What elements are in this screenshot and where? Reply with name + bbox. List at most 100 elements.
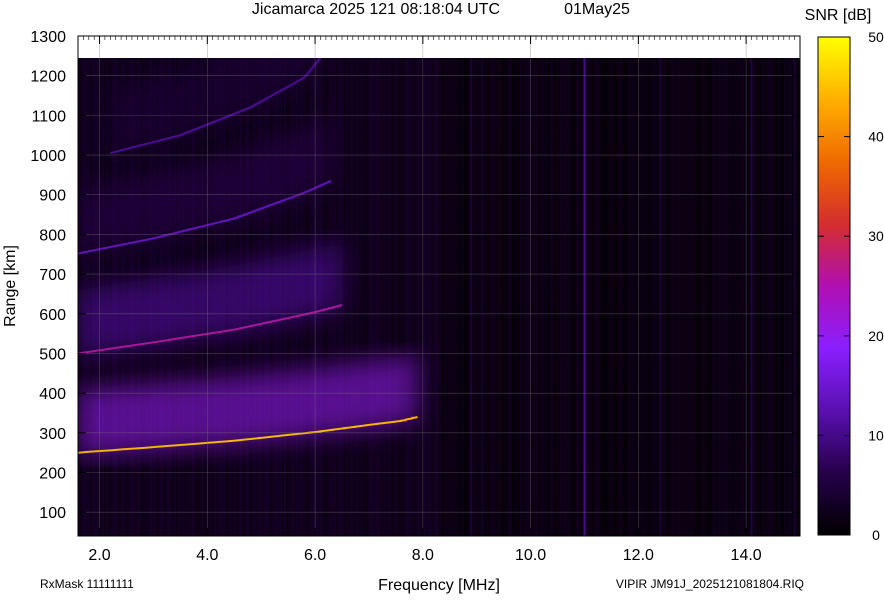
noise-column (622, 58, 624, 536)
noise-column (562, 58, 564, 536)
y-tick-label: 1300 (30, 29, 66, 46)
noise-column (612, 58, 614, 536)
noise-column (416, 58, 418, 536)
noise-column (558, 58, 560, 536)
noise-column (434, 58, 436, 536)
noise-column (586, 58, 588, 536)
noise-column (566, 58, 568, 536)
file-info-label: VIPIR JM91J_2025121081804.RIQ (616, 577, 804, 591)
noise-column (774, 58, 776, 536)
noise-column (444, 58, 446, 536)
noise-column (450, 58, 452, 536)
y-tick-label: 200 (39, 466, 66, 483)
noise-column (726, 58, 728, 536)
colorbar-label: SNR [dB] (805, 7, 872, 24)
noise-column (694, 58, 696, 536)
noise-column (456, 58, 458, 536)
noise-column (560, 58, 562, 536)
noise-column (634, 58, 636, 536)
noise-column (618, 58, 620, 536)
y-tick-label: 1000 (30, 148, 66, 165)
noise-column (640, 58, 642, 536)
noise-column (490, 58, 492, 536)
noise-column (630, 58, 632, 536)
noise-column (748, 58, 750, 536)
noise-column (476, 58, 478, 536)
noise-column (576, 58, 578, 536)
noise-column (632, 58, 634, 536)
noise-column (700, 58, 702, 536)
noise-column (542, 58, 544, 536)
y-tick-label: 400 (39, 386, 66, 403)
noise-column (356, 58, 358, 536)
noise-column (514, 58, 516, 536)
noise-column (686, 58, 688, 536)
noise-column (540, 58, 542, 536)
noise-column (502, 58, 504, 536)
noise-column (604, 58, 606, 536)
noise-column (510, 58, 512, 536)
noise-column (344, 58, 346, 536)
noise-column (376, 58, 378, 536)
noise-column (570, 58, 572, 536)
noise-column (620, 58, 622, 536)
noise-column (492, 58, 494, 536)
noise-column (380, 58, 382, 536)
noise-column (446, 58, 448, 536)
noise-column (684, 58, 686, 536)
noise-column (740, 58, 742, 536)
noise-column (786, 58, 788, 536)
noise-column (588, 58, 590, 536)
x-axis-label: Frequency [MHz] (378, 577, 500, 594)
noise-column (504, 58, 506, 536)
noise-column (360, 58, 362, 536)
noise-column (532, 58, 534, 536)
chart-title: Jicamarca 2025 121 08:18:04 UTC (252, 1, 500, 18)
noise-column (762, 58, 764, 536)
x-tick-label: 6.0 (304, 547, 326, 564)
noise-column (466, 58, 468, 536)
noise-column (378, 58, 380, 536)
x-tick-label: 10.0 (515, 547, 546, 564)
noise-column (460, 58, 462, 536)
noise-column (370, 58, 372, 536)
noise-column (666, 58, 668, 536)
noise-column (674, 58, 676, 536)
noise-column (418, 58, 420, 536)
rxmask-label: RxMask 11111111 (40, 577, 134, 591)
noise-column (644, 58, 646, 536)
noise-column (656, 58, 658, 536)
noise-column (782, 58, 784, 536)
ionogram-chart: Jicamarca 2025 121 08:18:04 UTC 01May25 … (0, 0, 884, 595)
noise-column (590, 58, 592, 536)
y-tick-label: 600 (39, 307, 66, 324)
noise-column (488, 58, 490, 536)
noise-column (742, 58, 744, 536)
y-tick-label: 700 (39, 267, 66, 284)
noise-column (366, 58, 368, 536)
noise-column (568, 58, 570, 536)
noise-column (626, 58, 628, 536)
noise-column (494, 58, 496, 536)
noise-column (768, 58, 770, 536)
noise-column (696, 58, 698, 536)
noise-column (372, 58, 374, 536)
noise-column (596, 58, 598, 536)
noise-column (420, 58, 422, 536)
noise-column (564, 58, 566, 536)
noise-column (708, 58, 710, 536)
colorbar-tick-label: 20 (868, 328, 884, 344)
noise-column (452, 58, 454, 536)
noise-column (698, 58, 700, 536)
noise-column (500, 58, 502, 536)
noise-column (498, 58, 500, 536)
noise-column (516, 58, 518, 536)
noise-column (424, 58, 426, 536)
noise-column (556, 58, 558, 536)
noise-column (368, 58, 370, 536)
x-tick-label: 14.0 (731, 547, 762, 564)
noise-column (732, 58, 734, 536)
colorbar (818, 37, 850, 535)
noise-column (392, 58, 394, 536)
noise-column (388, 58, 390, 536)
